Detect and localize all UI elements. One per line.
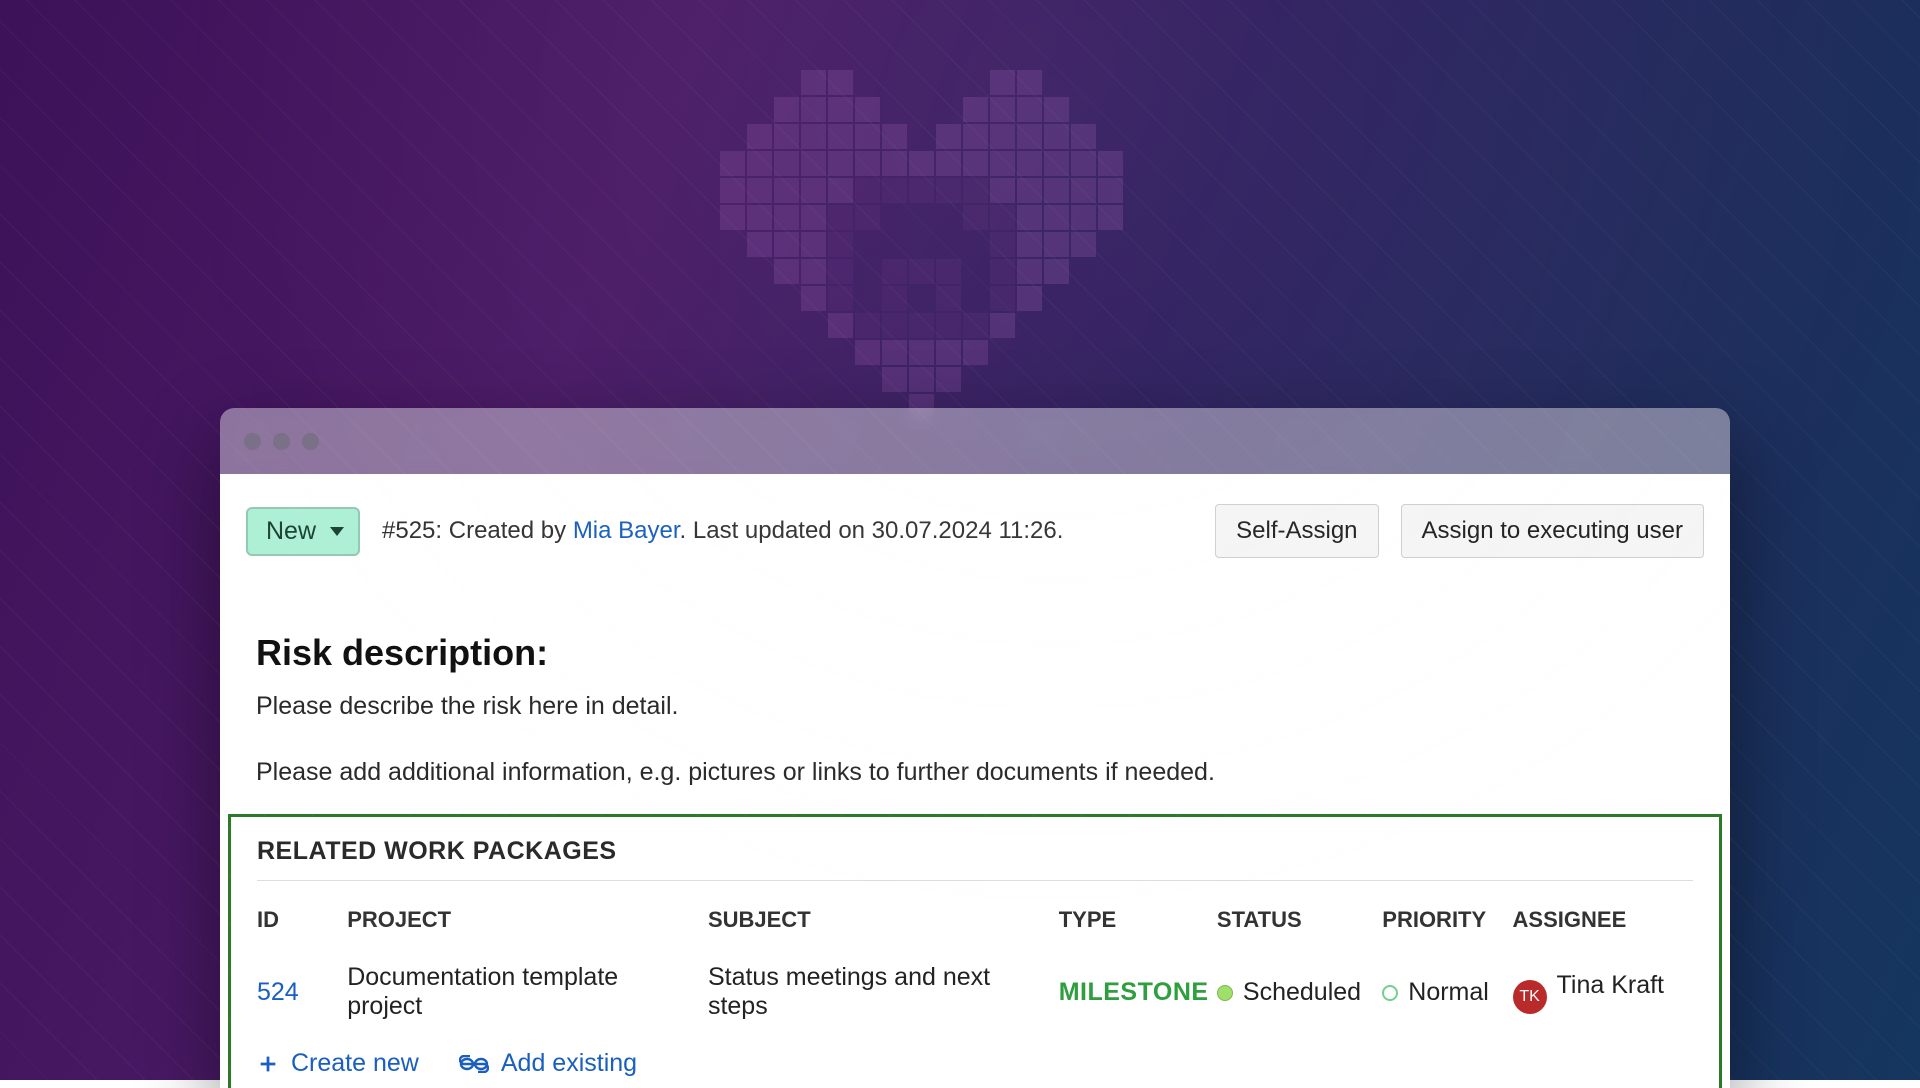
created-by-link[interactable]: Mia Bayer <box>573 517 680 544</box>
related-work-packages-panel: RELATED WORK PACKAGES ID PROJECT SUBJECT… <box>228 814 1722 1088</box>
window-content: New #525: Created by Mia Bayer. Last upd… <box>220 474 1730 1088</box>
window-control-dot <box>302 433 319 450</box>
col-header-subject[interactable]: SUBJECT <box>708 881 1059 953</box>
page-background: New #525: Created by Mia Bayer. Last upd… <box>0 0 1920 1080</box>
row-priority: Normal <box>1408 978 1489 1006</box>
related-actions: Create new Add existing <box>257 1039 1693 1078</box>
row-subject: Status meetings and next steps <box>708 953 1059 1039</box>
row-status: Scheduled <box>1243 978 1361 1006</box>
create-new-label: Create new <box>291 1049 419 1078</box>
avatar: TK <box>1513 980 1547 1014</box>
priority-dot-icon <box>1382 985 1398 1001</box>
updated-text: . Last updated on 30.07.2024 11:26. <box>680 517 1064 544</box>
table-row[interactable]: 524 Documentation template project Statu… <box>257 953 1693 1039</box>
row-id-link[interactable]: 524 <box>257 978 299 1006</box>
decorative-heart-logo <box>720 70 1123 419</box>
window-control-dot <box>273 433 290 450</box>
description-line: Please add additional information, e.g. … <box>256 754 1694 792</box>
created-prefix: : Created by <box>435 517 572 544</box>
item-ref: #525 <box>382 517 435 544</box>
created-info: #525: Created by Mia Bayer. Last updated… <box>382 517 1063 545</box>
window-titlebar <box>220 408 1730 474</box>
status-dot-icon <box>1217 985 1233 1001</box>
description-heading: Risk description: <box>256 632 1694 674</box>
plus-icon <box>257 1053 279 1075</box>
link-icon <box>459 1055 489 1073</box>
col-header-id[interactable]: ID <box>257 881 347 953</box>
col-header-priority[interactable]: PRIORITY <box>1382 881 1512 953</box>
window-control-dot <box>244 433 261 450</box>
related-title: RELATED WORK PACKAGES <box>257 837 1693 881</box>
description-line: Please describe the risk here in detail. <box>256 688 1694 726</box>
add-existing-button[interactable]: Add existing <box>459 1049 637 1078</box>
create-new-button[interactable]: Create new <box>257 1049 419 1078</box>
row-project: Documentation template project <box>347 953 708 1039</box>
col-header-assignee[interactable]: ASSIGNEE <box>1513 881 1693 953</box>
chevron-down-icon <box>330 527 344 536</box>
col-header-status[interactable]: STATUS <box>1217 881 1382 953</box>
status-label: New <box>266 517 316 546</box>
col-header-type[interactable]: TYPE <box>1059 881 1217 953</box>
col-header-project[interactable]: PROJECT <box>347 881 708 953</box>
app-window: New #525: Created by Mia Bayer. Last upd… <box>220 408 1730 1088</box>
table-header-row: ID PROJECT SUBJECT TYPE STATUS PRIORITY … <box>257 881 1693 953</box>
row-assignee: Tina Kraft <box>1557 971 1664 999</box>
assign-executing-user-button[interactable]: Assign to executing user <box>1401 504 1704 558</box>
row-type-badge: MILESTONE <box>1059 978 1209 1006</box>
related-table: ID PROJECT SUBJECT TYPE STATUS PRIORITY … <box>257 881 1693 1039</box>
status-dropdown[interactable]: New <box>246 507 360 556</box>
detail-topbar: New #525: Created by Mia Bayer. Last upd… <box>246 504 1704 558</box>
self-assign-button[interactable]: Self-Assign <box>1215 504 1378 558</box>
description-section: Risk description: Please describe the ri… <box>246 558 1704 791</box>
add-existing-label: Add existing <box>501 1049 637 1078</box>
